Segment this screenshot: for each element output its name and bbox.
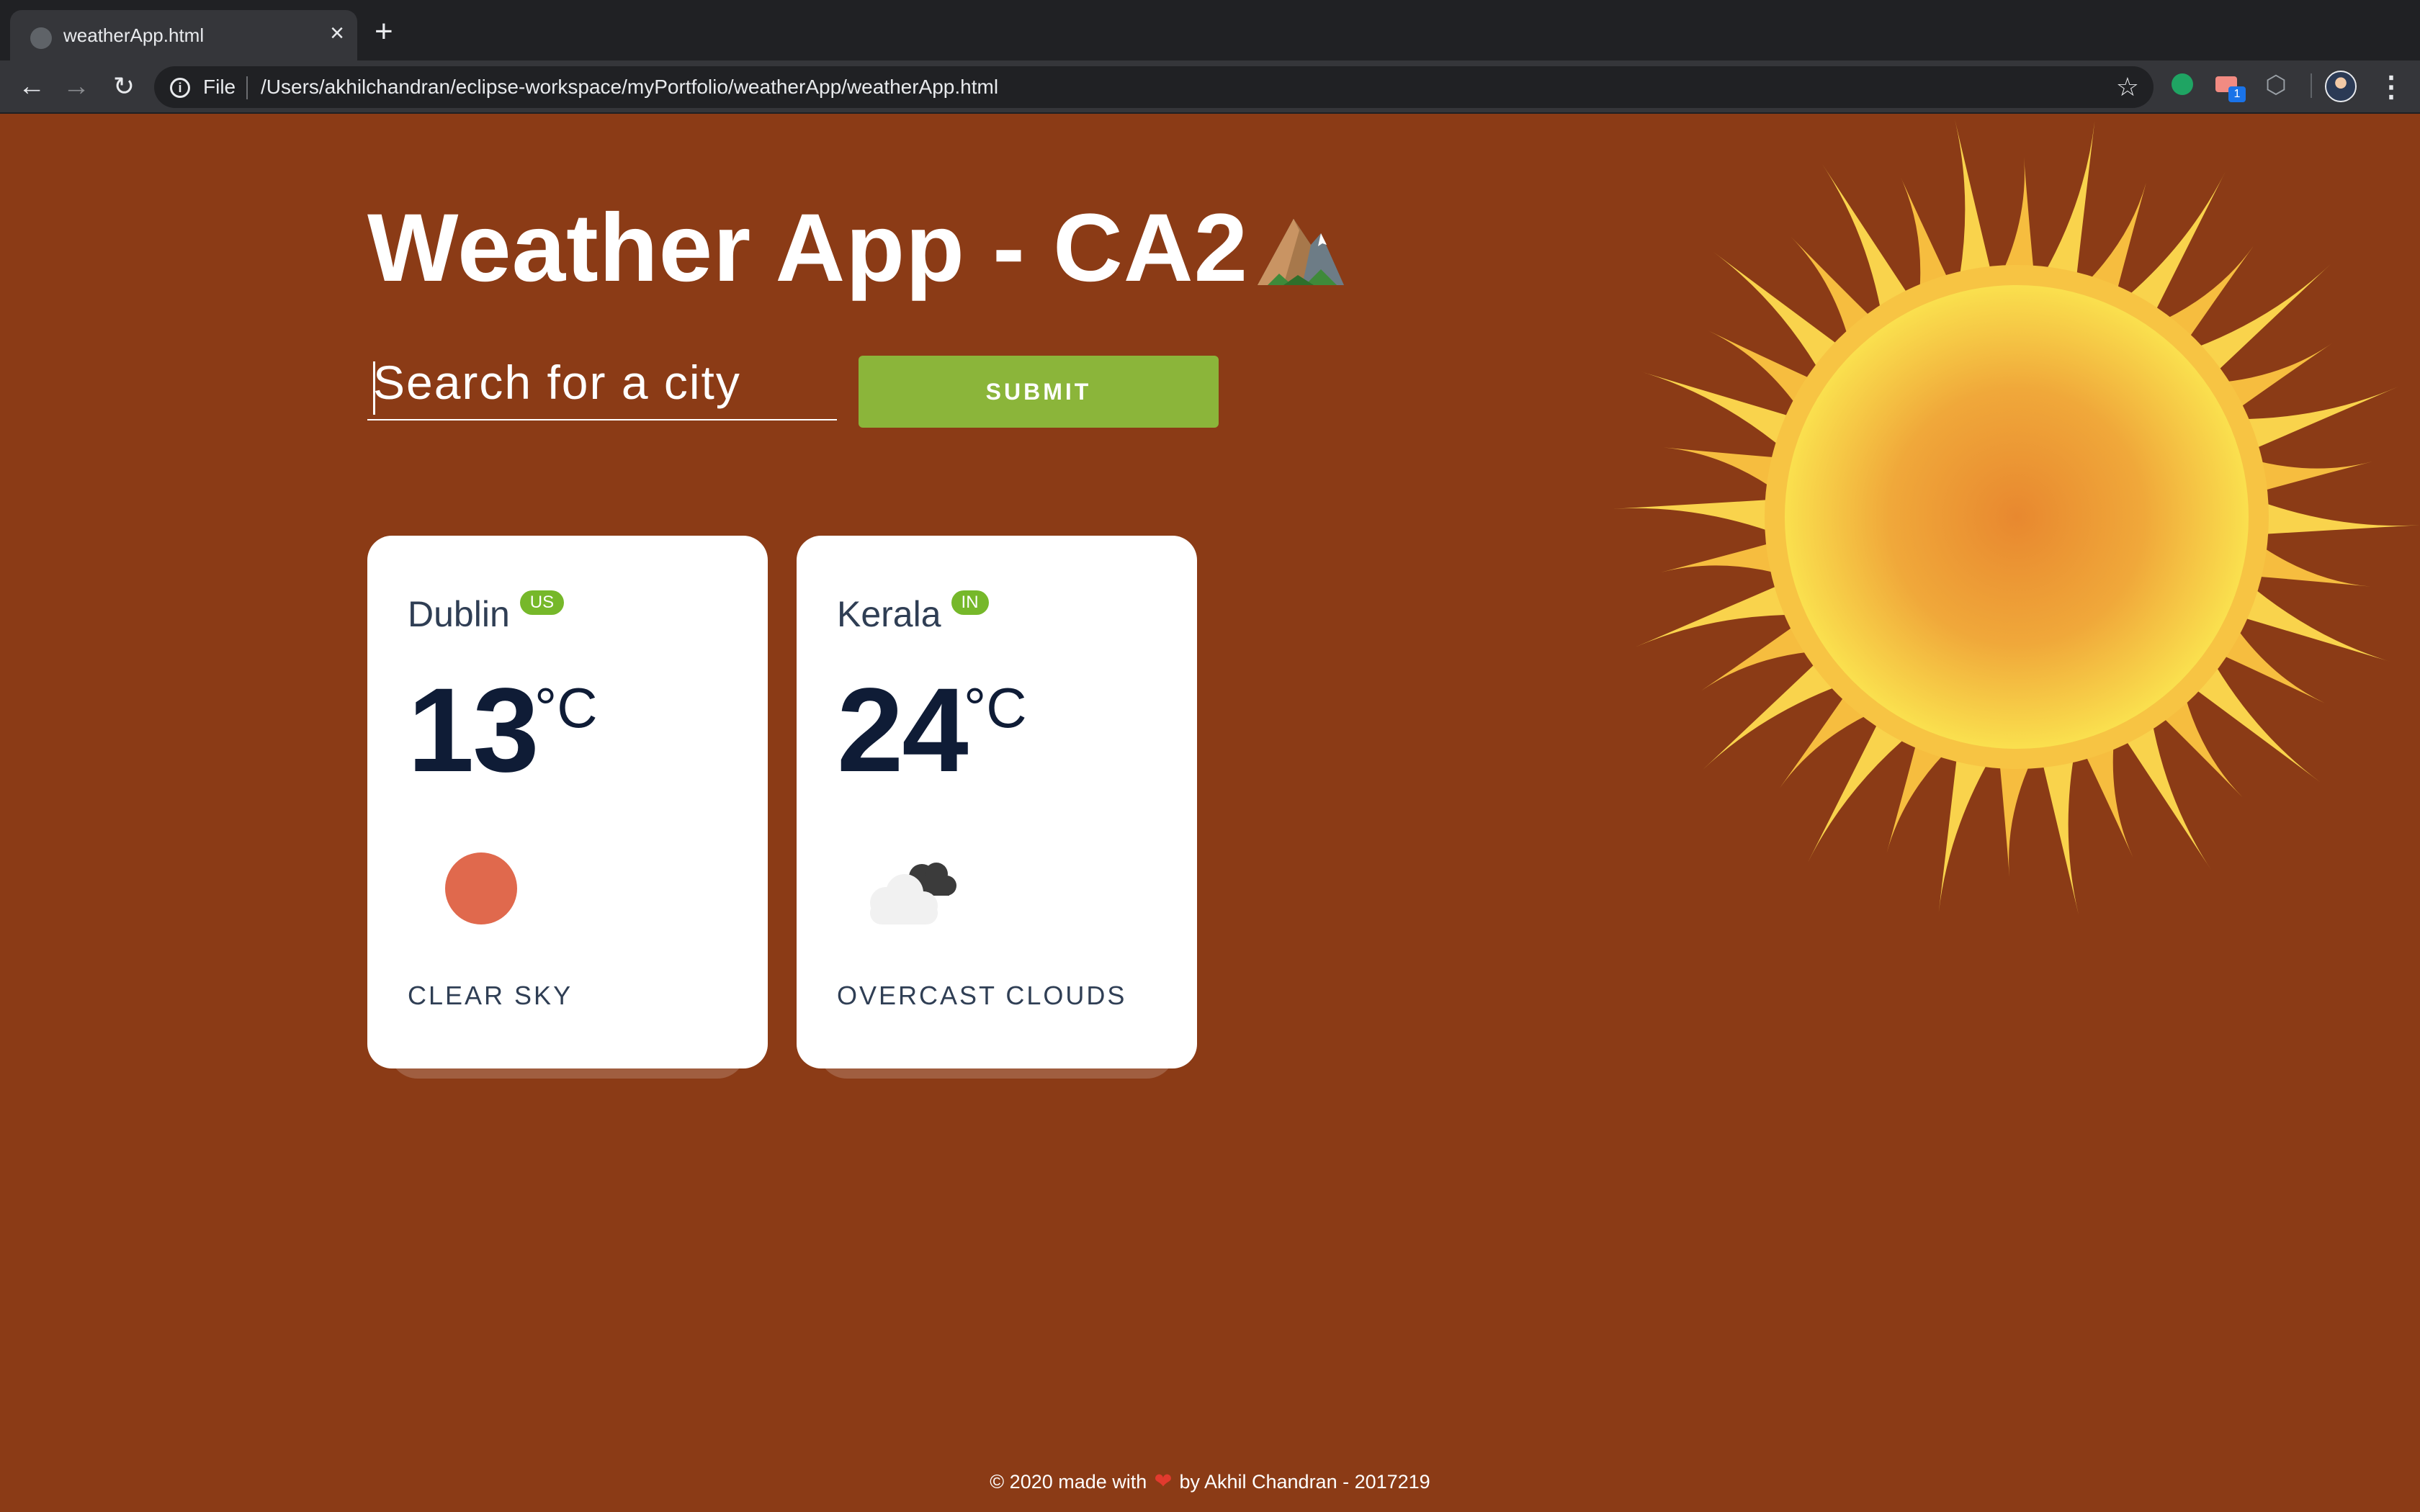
temperature-value: 13 [408,664,539,797]
address-bar[interactable]: i File /Users/akhilchandran/eclipse-work… [154,66,2154,108]
hexagon-extension-icon[interactable]: ⬡ [2264,73,2287,97]
search-city-input[interactable] [367,346,837,420]
bookmark-star-icon[interactable]: ☆ [2116,72,2139,102]
sun-ray [2254,499,2420,535]
browser-tab[interactable]: weatherApp.html × [10,10,357,60]
submit-button[interactable]: SUBMIT [859,356,1219,428]
info-icon[interactable]: i [170,78,190,98]
browser-tab-strip: weatherApp.html × + [0,0,2420,60]
country-badge: US [519,590,565,615]
url-text[interactable]: /Users/akhilchandran/eclipse-workspace/m… [261,76,998,99]
clear-sky-icon [445,852,517,924]
globe-icon [30,27,52,49]
browser-toolbar: ← → ↻ i File /Users/akhilchandran/eclips… [0,60,2420,114]
weather-card-dublin: Dublin US 13 °C CLEAR SKY [367,536,768,1097]
sun-ray [2233,581,2393,663]
weather-description: CLEAR SKY [408,981,573,1010]
weather-description: OVERCAST CLOUDS [837,981,1127,1010]
sun-ray [1938,747,1994,913]
sun-ray [2233,387,2398,453]
footer: © 2020 made with ❤ by Akhil Chandran - 201… [0,1469,2420,1494]
tab-title: weatherApp.html [63,24,205,46]
back-arrow-icon[interactable]: ← [16,71,48,102]
scheme-label: File [203,76,236,98]
city-label: Kerala [837,594,941,634]
sun-ray [1613,499,1780,535]
extension-badge: 1 [2228,86,2246,102]
sun-ray [1999,157,2035,280]
city-name: Dublin US [408,590,565,635]
weather-card: Dublin US 13 °C CLEAR SKY [367,536,768,1068]
mountain-icon [1258,219,1344,285]
weather-page: Weather App - CA2 SUBMIT Dublin US 13 °C … [0,114,2420,1512]
overcast-clouds-icon [870,863,956,924]
footer-suffix: by Akhil Chandran - 2017219 [1179,1471,1430,1493]
sun-ray [1999,754,2035,877]
footer-prefix: © 2020 made with [990,1471,1147,1493]
sun-ray [1954,118,1994,287]
profile-avatar[interactable] [2325,71,2357,102]
country-badge: IN [951,590,989,615]
temperature-value: 24 [837,664,969,797]
sun-illustration [1613,118,2420,916]
temperature-unit: °C [534,676,598,739]
page-title: Weather App - CA2 [367,194,1249,302]
close-tab-icon[interactable]: × [330,19,344,48]
toolbar-divider [2311,73,2312,98]
reload-icon[interactable]: ↻ [108,71,140,102]
new-tab-button[interactable]: + [375,16,393,48]
forward-arrow-icon[interactable]: → [60,71,92,102]
sun-ray [1635,581,1801,647]
sun-ray [1640,371,1801,453]
sun-ray [2040,747,2079,916]
sun-ray [2040,121,2095,287]
address-divider [246,76,248,99]
text-cursor [373,361,375,415]
city-name: Kerala IN [837,590,989,635]
city-label: Dublin [408,594,510,634]
weather-card: Kerala IN 24 °C OVERCAST CLOUDS [797,536,1197,1068]
weather-card-kerala: Kerala IN 24 °C OVERCAST CLOUDS [797,536,1197,1097]
temperature-unit: °C [964,676,1027,739]
kebab-menu-icon[interactable]: ⋮ [2377,69,2406,105]
green-extension-icon[interactable] [2172,73,2193,95]
heart-icon: ❤ [1154,1470,1173,1493]
red-extension-icon[interactable]: 1 [2215,72,2246,102]
